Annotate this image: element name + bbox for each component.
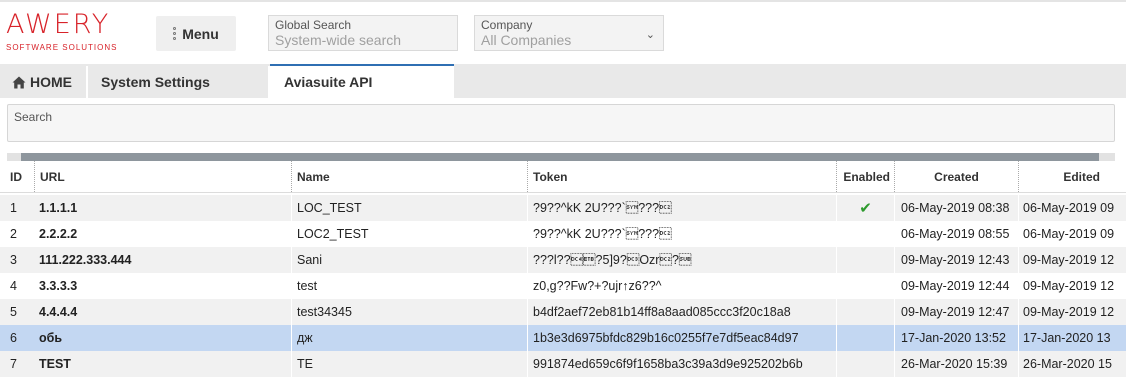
chevron-down-icon[interactable]: ⌄: [646, 28, 655, 41]
cell-name: Sani: [291, 247, 527, 273]
table-row[interactable]: 1 1.1.1.1 LOC_TEST ?9??^kK 2U???`??? ✔ 06-M…: [0, 195, 1126, 221]
cell-url: обь: [39, 331, 63, 345]
company-select[interactable]: Company All Companies ⌄: [474, 15, 664, 51]
table-row[interactable]: 5 4.4.4.4 test34345 b4df2aef72eb81b14ff8a8a…: [0, 299, 1126, 325]
tab-aviasuite-api[interactable]: Aviasuite API: [270, 64, 454, 98]
grid-search-input[interactable]: Search: [7, 104, 1115, 142]
cell-name: test: [291, 273, 527, 299]
tab-system-settings-label: System Settings: [101, 74, 210, 90]
column-header-url[interactable]: URL: [34, 161, 291, 192]
cell-name: TE: [291, 351, 527, 377]
cell-enabled: ✔: [836, 195, 894, 221]
cell-id: 1: [10, 201, 17, 215]
cell-edited: 06-May-2019 09: [1018, 195, 1126, 221]
cell-enabled: [836, 351, 894, 377]
cell-enabled: [836, 221, 894, 247]
tab-home[interactable]: HOME: [0, 66, 88, 98]
cell-token: z0,g??Fw?+?ujr↑z6??^: [527, 273, 836, 299]
global-search-label: Global Search: [275, 18, 352, 32]
menu-button-label: Menu: [182, 25, 219, 42]
tab-aviasuite-api-label: Aviasuite API: [284, 74, 373, 90]
cell-created: 26-Mar-2020 15:39: [894, 351, 1018, 377]
table-row[interactable]: 3 111.222.333.444 Sani ???l???5]9?Ozr?…: [0, 247, 1126, 273]
cell-enabled: [836, 247, 894, 273]
table-row[interactable]: 7 TEST TE 991874ed659c6f9f1658ba3c39a3d9e92…: [0, 351, 1126, 377]
tab-system-settings[interactable]: System Settings: [88, 66, 270, 98]
global-search-field[interactable]: Global Search System-wide search: [268, 15, 458, 51]
cell-edited: 26-Mar-2020 15: [1018, 351, 1126, 377]
table-header-row: ID URL Name Token Enabled Created Edited: [0, 161, 1126, 193]
cell-url: 1.1.1.1: [39, 201, 78, 215]
cell-id: 4: [10, 279, 17, 293]
cell-url: 4.4.4.4: [39, 305, 78, 319]
vertical-dots-icon: [173, 27, 177, 40]
column-header-name[interactable]: Name: [291, 161, 527, 192]
cell-id: 2: [10, 227, 17, 241]
scrollbar-thumb[interactable]: [21, 153, 1099, 161]
cell-id: 7: [10, 357, 17, 371]
column-header-id[interactable]: ID: [10, 161, 34, 192]
company-label: Company: [481, 18, 533, 32]
tab-bar: HOME System Settings Aviasuite API: [0, 64, 1126, 98]
cell-edited: 09-May-2019 12: [1018, 247, 1126, 273]
cell-url: 2.2.2.2: [39, 227, 78, 241]
cell-created: 06-May-2019 08:38: [894, 195, 1018, 221]
cell-name: LOC2_TEST: [291, 221, 527, 247]
cell-url: 3.3.3.3: [39, 279, 78, 293]
cell-created: 09-May-2019 12:47: [894, 299, 1018, 325]
cell-token: 1b3e3d6975bfdc829b16c0255f7e7df5eac84d97: [527, 325, 836, 351]
cell-id: 5: [10, 305, 17, 319]
cell-token: ???l???5]9?Ozr?: [527, 247, 836, 273]
awery-logo[interactable]: AWERY SOFTWARE SOLUTIONS: [6, 10, 136, 58]
cell-enabled: [836, 273, 894, 299]
home-icon: [12, 76, 26, 88]
tab-home-label: HOME: [30, 74, 72, 90]
column-header-enabled[interactable]: Enabled: [836, 161, 894, 192]
cell-enabled: [836, 299, 894, 325]
top-header: AWERY SOFTWARE SOLUTIONS Menu Global Sea…: [0, 0, 1126, 64]
cell-name: LOC_TEST: [291, 195, 527, 221]
cell-url: 111.222.333.444: [39, 253, 132, 267]
company-value[interactable]: All Companies: [481, 32, 657, 49]
column-header-edited[interactable]: Edited: [1018, 161, 1126, 192]
cell-id: 6: [10, 331, 17, 345]
menu-button[interactable]: Menu: [156, 16, 236, 51]
logo-tagline: SOFTWARE SOLUTIONS: [6, 43, 118, 52]
cell-created: 17-Jan-2020 13:52: [894, 325, 1018, 351]
cell-token: 991874ed659c6f9f1658ba3c39a3d9e925202b6b: [527, 351, 836, 377]
logo-wordmark: AWERY: [6, 9, 111, 40]
horizontal-scrollbar[interactable]: [7, 153, 1115, 161]
cell-token: b4df2aef72eb81b14ff8a8aad085ccc3f20c18a8: [527, 299, 836, 325]
cell-id: 3: [10, 253, 17, 267]
grid-search-label: Search: [14, 110, 53, 124]
table-row[interactable]: 4 3.3.3.3 test z0,g??Fw?+?ujr↑z6??^ 09-May-2…: [0, 273, 1126, 299]
cell-created: 06-May-2019 08:55: [894, 221, 1018, 247]
cell-created: 09-May-2019 12:43: [894, 247, 1018, 273]
cell-edited: 09-May-2019 12: [1018, 299, 1126, 325]
cell-name: дж: [291, 325, 527, 351]
cell-token: ?9??^kK 2U???`???: [527, 221, 836, 247]
table-row[interactable]: 2 2.2.2.2 LOC2_TEST ?9??^kK 2U???`??? 06-M…: [0, 221, 1126, 247]
cell-edited: 17-Jan-2020 13: [1018, 325, 1126, 351]
column-header-token[interactable]: Token: [527, 161, 836, 192]
cell-enabled: [836, 325, 894, 351]
cell-created: 09-May-2019 12:44: [894, 273, 1018, 299]
cell-name: test34345: [291, 299, 527, 325]
table-row[interactable]: 6 обь дж 1b3e3d6975bfdc829b16c0255f7e7df5ea…: [0, 325, 1126, 351]
checkmark-icon: ✔: [859, 200, 872, 217]
cell-token: ?9??^kK 2U???`???: [527, 195, 836, 221]
column-header-created[interactable]: Created: [894, 161, 1018, 192]
cell-edited: 09-May-2019 12: [1018, 273, 1126, 299]
cell-url: TEST: [39, 357, 71, 371]
cell-edited: 06-May-2019 09: [1018, 221, 1126, 247]
global-search-input[interactable]: System-wide search: [275, 32, 451, 49]
